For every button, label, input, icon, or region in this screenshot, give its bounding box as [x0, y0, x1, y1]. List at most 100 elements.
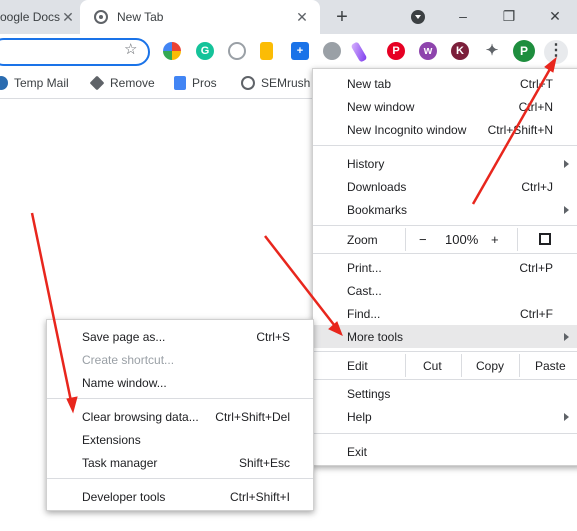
edit-divider: [461, 354, 462, 377]
grammarly-extension-icon[interactable]: G: [196, 42, 214, 60]
cut-button[interactable]: Cut: [423, 359, 442, 373]
new-tab-button[interactable]: +: [332, 6, 352, 28]
menu-help[interactable]: Help: [313, 405, 577, 428]
menu-more-tools[interactable]: More tools: [313, 325, 577, 348]
menu-history[interactable]: History: [313, 152, 577, 175]
close-tab-icon[interactable]: ✕: [60, 9, 76, 25]
menu-label: Developer tools: [82, 490, 166, 504]
fullscreen-icon[interactable]: [539, 233, 551, 245]
menu-separator: [313, 379, 577, 380]
submenu-arrow-icon: [564, 333, 569, 341]
bookmark-star-icon[interactable]: ☆: [124, 40, 137, 58]
chrome-icon: [94, 10, 108, 24]
menu-shortcut: Ctrl+Shift+N: [487, 123, 553, 137]
puzzle-extensions-icon[interactable]: ✦: [483, 42, 501, 60]
color-picker-extension-icon[interactable]: [163, 42, 181, 60]
menu-separator: [313, 351, 577, 352]
zoom-in-button[interactable]: +: [491, 232, 499, 247]
profile-avatar[interactable]: P: [513, 40, 535, 62]
bookmark-semrush[interactable]: SEMrush: [241, 76, 310, 90]
menu-label: Find...: [347, 307, 381, 321]
menu-shortcut: Shift+Esc: [238, 456, 290, 470]
menu-label: Bookmarks: [347, 203, 408, 217]
bookmark-label: Pros: [192, 76, 217, 90]
temp-mail-icon: [0, 76, 8, 90]
submenu-create-shortcut[interactable]: Create shortcut...: [47, 348, 313, 371]
menu-downloads[interactable]: Downloads Ctrl+J: [313, 175, 577, 198]
close-window-button[interactable]: ✕: [545, 6, 565, 26]
menu-settings[interactable]: Settings: [313, 382, 577, 405]
menu-label: Extensions: [82, 433, 141, 447]
submenu-name-window[interactable]: Name window...: [47, 371, 313, 394]
submenu-developer-tools[interactable]: Developer tools Ctrl+Shift+I: [47, 485, 313, 508]
zoom-divider: [405, 228, 406, 251]
globe-extension-icon[interactable]: [323, 42, 341, 60]
menu-new-tab[interactable]: New tab Ctrl+T: [313, 72, 577, 95]
submenu-arrow-icon: [564, 160, 569, 168]
menu-shortcut: Ctrl+S: [256, 330, 290, 344]
plus-extension-icon[interactable]: +: [291, 42, 309, 60]
submenu-arrow-icon: [564, 413, 569, 421]
submenu-save-page[interactable]: Save page as... Ctrl+S: [47, 325, 313, 348]
menu-label: Downloads: [347, 180, 407, 194]
bookmark-temp-mail[interactable]: Temp Mail: [0, 76, 69, 90]
submenu-extensions[interactable]: Extensions: [47, 428, 313, 451]
menu-label: Create shortcut...: [82, 353, 175, 367]
menu-label: Save page as...: [82, 330, 166, 344]
keep-extension-icon[interactable]: [260, 42, 273, 60]
maximize-button[interactable]: ❐: [499, 6, 519, 26]
copy-button[interactable]: Copy: [476, 359, 504, 373]
chrome-menu-button[interactable]: ⋮: [544, 40, 568, 64]
layers-icon: [89, 75, 105, 91]
k-extension-icon[interactable]: K: [451, 42, 469, 60]
submenu-clear-browsing-data[interactable]: Clear browsing data... Ctrl+Shift+Del: [47, 405, 313, 428]
menu-find[interactable]: Find... Ctrl+F: [313, 302, 577, 325]
menu-shortcut: Ctrl+P: [519, 261, 553, 275]
bookmark-label: Temp Mail: [14, 76, 69, 90]
menu-shortcut: Ctrl+J: [521, 180, 553, 194]
edit-divider: [405, 354, 406, 377]
menu-separator: [47, 478, 313, 479]
menu-shortcut: Ctrl+N: [518, 100, 553, 114]
bookmark-label: SEMrush: [261, 76, 311, 90]
zoom-divider: [517, 228, 518, 251]
menu-label: Task manager: [82, 456, 158, 470]
menu-label: History: [347, 157, 385, 171]
bookmark-pros[interactable]: Pros: [174, 76, 217, 90]
menu-edit-row: Edit Cut Copy Paste: [313, 354, 577, 377]
menu-print[interactable]: Print... Ctrl+P: [313, 256, 577, 279]
menu-new-window[interactable]: New window Ctrl+N: [313, 95, 577, 118]
zoom-out-button[interactable]: −: [419, 232, 427, 247]
globe-icon: [241, 76, 255, 90]
submenu-arrow-icon: [564, 206, 569, 214]
tab-title: oogle Docs: [0, 10, 61, 24]
link-extension-icon[interactable]: [228, 42, 246, 60]
tab-strip: oogle Docs ✕ New Tab ✕ + – ❐ ✕: [0, 0, 577, 34]
submenu-task-manager[interactable]: Task manager Shift+Esc: [47, 451, 313, 474]
chrome-main-menu: New tab Ctrl+T New window Ctrl+N New Inc…: [312, 68, 577, 466]
tab-google-docs[interactable]: oogle Docs ✕: [0, 0, 80, 34]
tab-search-icon[interactable]: [411, 10, 425, 24]
pinterest-extension-icon[interactable]: P: [387, 42, 405, 60]
menu-separator: [47, 398, 313, 399]
menu-exit[interactable]: Exit: [313, 440, 577, 463]
bookmark-label: Remove: [110, 76, 155, 90]
menu-label: Zoom: [347, 233, 378, 247]
close-tab-icon[interactable]: ✕: [294, 9, 310, 25]
bookmark-remove[interactable]: Remove: [89, 75, 155, 91]
menu-label: Cast...: [347, 284, 382, 298]
minimize-button[interactable]: –: [453, 6, 473, 26]
doc-icon: [174, 76, 186, 90]
menu-cast[interactable]: Cast...: [313, 279, 577, 302]
menu-shortcut: Ctrl+Shift+Del: [215, 410, 290, 424]
menu-bookmarks[interactable]: Bookmarks: [313, 198, 577, 221]
menu-shortcut: Ctrl+Shift+I: [229, 490, 290, 504]
tab-new-tab[interactable]: New Tab ✕: [80, 0, 320, 34]
menu-separator: [313, 433, 577, 434]
zoom-level: 100%: [445, 232, 479, 247]
w-extension-icon[interactable]: w: [419, 42, 437, 60]
menu-new-incognito-window[interactable]: New Incognito window Ctrl+Shift+N: [313, 118, 577, 141]
menu-shortcut: Ctrl+F: [520, 307, 553, 321]
menu-label: Help: [347, 410, 372, 424]
paste-button[interactable]: Paste: [535, 359, 566, 373]
